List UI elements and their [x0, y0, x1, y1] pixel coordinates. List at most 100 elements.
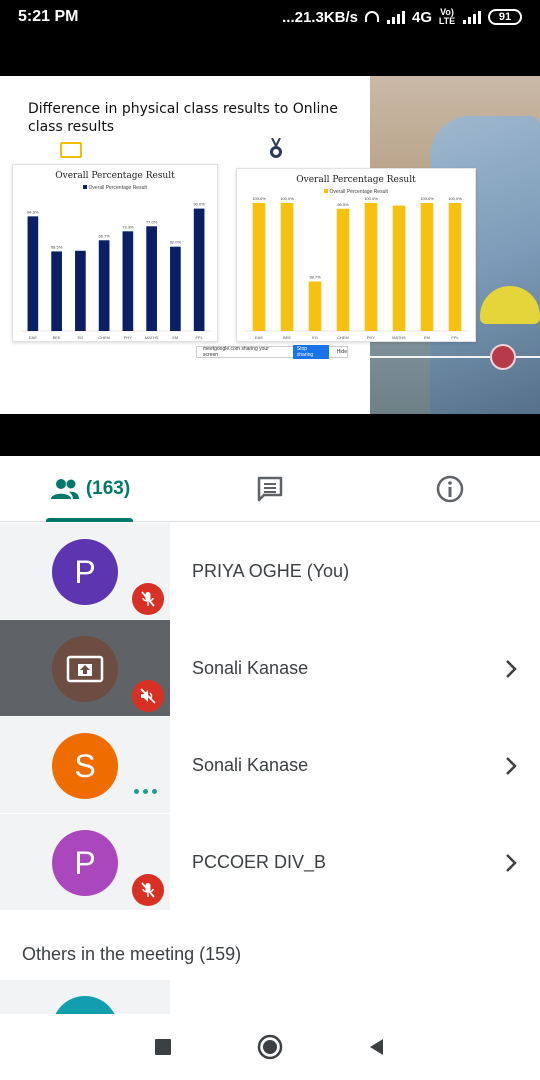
chart-tick-label: EAE: [255, 335, 263, 340]
participant-name: Sonali Kanase: [192, 754, 309, 775]
home-button[interactable]: [250, 1027, 290, 1067]
chart-data-label: 62.0%: [170, 240, 182, 245]
status-indicators: ...21.3KB/s 4G Vo) LTE 91: [282, 8, 522, 26]
chart-physical-plot: 84.3% EAE 58.5% BEE EG 66.7% CHEM 73.3% PHY 77.0%…: [21, 202, 211, 340]
chevron-right-icon[interactable]: [500, 755, 522, 777]
others-section-title: Others in the meeting (159): [22, 944, 242, 964]
recents-button[interactable]: [143, 1027, 183, 1067]
participant-name: PCCOER DIV_B: [192, 851, 327, 872]
book-icon: [60, 142, 82, 158]
chart-bar: [308, 281, 322, 331]
chart-tick-label: MATHS: [392, 335, 406, 340]
mic-off-badge: [132, 874, 164, 906]
chart-data-label: 100.0%: [448, 196, 462, 201]
chart-bar: [280, 203, 294, 331]
participant-avatar-area: [0, 620, 170, 716]
chart-data-label: 100.0%: [420, 196, 434, 201]
chart-tick-label: CHEM: [337, 335, 349, 340]
chat-icon: [257, 476, 283, 502]
signal-icon: [386, 11, 405, 24]
screen-share-bar: meetgoogle.com sharing your screen Stop …: [196, 345, 348, 359]
participant-avatar-area: P: [0, 523, 170, 619]
chart-bar: [122, 231, 134, 331]
chart-data-label: 95.5%: [337, 202, 349, 207]
chart-bar: [51, 251, 62, 331]
chart-tick-label: EM: [172, 335, 178, 340]
chart-bar: [98, 240, 110, 331]
tab-people[interactable]: (163): [0, 456, 180, 522]
people-icon: [50, 479, 79, 499]
chart-tick-label: BEE: [283, 335, 291, 340]
chevron-right-icon[interactable]: [500, 852, 522, 874]
chart-tick-label: BEE: [53, 335, 61, 340]
chart-tick-label: MATHS: [145, 335, 159, 340]
signal-icon-2: [463, 11, 481, 24]
chart-bar: [448, 203, 462, 331]
speaking-indicator: [134, 789, 157, 794]
chart-data-label: 84.3%: [27, 209, 39, 214]
participant-row[interactable]: Sonali Kanase: [0, 620, 540, 716]
chart-tick-label: PHY: [124, 335, 133, 340]
participant-row-partial[interactable]: [0, 980, 170, 1014]
chart-data-label: 100.0%: [280, 196, 294, 201]
battery-indicator: 91: [488, 9, 522, 25]
record-dot: [490, 344, 516, 370]
square-icon: [155, 1039, 172, 1055]
medal-icon: [270, 138, 282, 158]
avatar: [52, 636, 118, 702]
avatar: P: [52, 539, 118, 605]
chart-data-label: 90.0%: [193, 202, 205, 207]
present-screen-icon: [66, 655, 104, 683]
speaking-dot: [134, 789, 139, 794]
chart-bar: [392, 205, 406, 331]
chart-tick-label: EM: [424, 335, 430, 340]
chart-tick-label: CHEM: [98, 335, 110, 340]
slide-title: Difference in physical class results to …: [28, 101, 338, 135]
participant-row[interactable]: S Sonali Kanase: [0, 717, 540, 813]
chart-tick-label: EG: [312, 335, 318, 340]
headphones-icon: [364, 11, 379, 22]
hide-link: Hide: [336, 349, 347, 355]
chart-bar: [146, 226, 157, 331]
chart-tick-label: FPL: [451, 335, 459, 340]
chart-physical: Overall Percentage Result Overall Percen…: [12, 164, 218, 342]
chart-tick-label: PHY: [367, 335, 376, 340]
volte-label: Vo) LTE: [438, 7, 456, 26]
chart-data-label: 38.7%: [309, 274, 321, 279]
chart-data-label: 100.0%: [364, 196, 378, 201]
network-speed: ...21.3KB/s: [282, 8, 358, 26]
chart-bar: [75, 250, 86, 331]
volume-off-icon: [140, 688, 156, 704]
participant-name: Sonali Kanase: [192, 657, 309, 678]
presentation-slide: Difference in physical class results to …: [0, 76, 540, 414]
chart-bar: [420, 203, 434, 331]
chart-data-label: 77.0%: [146, 219, 158, 224]
shared-screen-video[interactable]: Difference in physical class results to …: [0, 34, 540, 456]
speaking-dot: [152, 789, 157, 794]
chart-bar: [193, 208, 205, 331]
participant-row[interactable]: P PRIYA OGHE (You): [0, 523, 540, 619]
chart-online: Overall Percentage Result Overall Percen…: [236, 168, 476, 342]
tab-bar: (163): [0, 456, 540, 522]
tab-info[interactable]: [360, 456, 540, 522]
participant-row[interactable]: P PCCOER DIV_B: [0, 814, 540, 910]
people-count: (163): [85, 478, 131, 499]
chart-online-plot: 100.0% EAE 100.0% BEE 38.7% EG 95.5% CHEM 100.0%…: [245, 196, 469, 340]
meet-screen: 5:21 PM ...21.3KB/s 4G Vo) LTE 91 Differ…: [0, 0, 540, 1080]
chart-data-label: 73.3%: [122, 224, 134, 229]
avatar: [52, 996, 118, 1014]
active-tab-indicator: [46, 518, 133, 522]
speaking-dot: [143, 789, 148, 794]
participant-avatar-area: P: [0, 814, 170, 910]
chart-bar: [252, 203, 266, 331]
status-time: 5:21 PM: [18, 8, 79, 25]
chart-data-label: 58.5%: [51, 244, 63, 249]
participant-name: PRIYA OGHE (You): [192, 560, 350, 581]
avatar: P: [52, 830, 118, 896]
chevron-right-icon[interactable]: [500, 658, 522, 680]
chart-data-label: 100.0%: [252, 196, 266, 201]
status-bar: 5:21 PM ...21.3KB/s 4G Vo) LTE 91: [0, 0, 540, 34]
share-bar-text: meetgoogle.com sharing your screen: [203, 346, 269, 358]
back-button[interactable]: [357, 1027, 397, 1067]
tab-chat[interactable]: [180, 456, 360, 522]
